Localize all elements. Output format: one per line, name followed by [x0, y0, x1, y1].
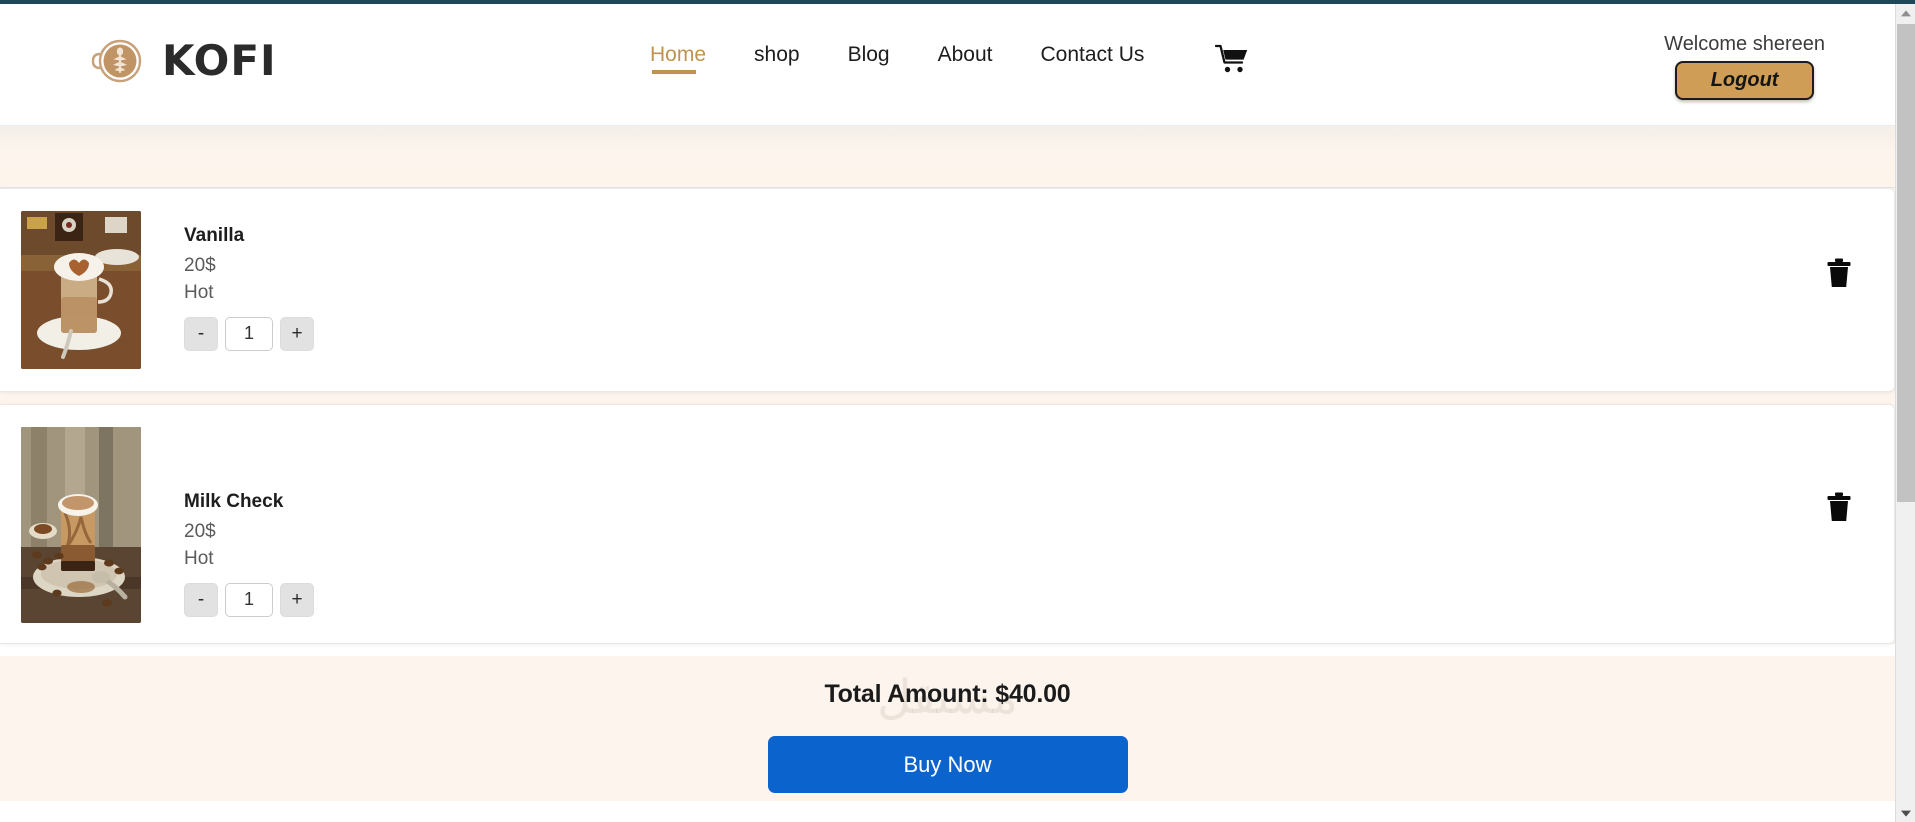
product-price: 20$ — [184, 520, 216, 542]
quantity-input[interactable] — [225, 582, 273, 617]
brand-name: KOFI — [162, 36, 277, 85]
nav-item-shop[interactable]: shop — [754, 44, 800, 74]
scroll-up-arrow-icon[interactable] — [1896, 4, 1915, 23]
product-details: Vanilla 20$ Hot - + — [184, 211, 314, 351]
decrease-quantity-button[interactable]: - — [184, 316, 218, 351]
page-viewport: KOFI Home shop Blog About Contact Us Wel… — [0, 4, 1895, 822]
welcome-message: Welcome shereen — [1664, 33, 1825, 55]
site-header: KOFI Home shop Blog About Contact Us Wel… — [0, 4, 1895, 126]
product-name: Vanilla — [184, 225, 245, 246]
product-image — [21, 427, 141, 623]
account-area: Welcome shereen Logout — [1664, 32, 1825, 100]
page-scrollbar[interactable] — [1895, 4, 1915, 822]
total-amount-label: Total Amount: $40.00 — [824, 680, 1071, 708]
product-temperature: Hot — [184, 548, 214, 570]
quantity-input[interactable] — [225, 316, 273, 351]
product-temperature: Hot — [184, 282, 214, 304]
increase-quantity-button[interactable]: + — [280, 316, 314, 351]
decrease-quantity-button[interactable]: - — [184, 582, 218, 617]
buy-now-button[interactable]: Buy Now — [767, 736, 1128, 793]
delete-item-button[interactable] — [1826, 257, 1852, 289]
cart-button[interactable] — [1214, 44, 1249, 77]
cart-item-row: Vanilla 20$ Hot - + — [0, 188, 1895, 392]
increase-quantity-button[interactable]: + — [280, 582, 314, 617]
cart-item-row: Milk Check 20$ Hot - + — [0, 404, 1895, 644]
cart-item-list: Vanilla 20$ Hot - + — [0, 188, 1895, 644]
coffee-cup-latte-art-icon — [90, 32, 148, 90]
brand-logo[interactable]: KOFI — [90, 32, 277, 90]
nav-item-blog[interactable]: Blog — [848, 44, 890, 74]
scroll-down-arrow-icon[interactable] — [1896, 803, 1915, 822]
scrollbar-thumb[interactable] — [1897, 24, 1915, 502]
nav-item-home[interactable]: Home — [650, 44, 706, 74]
trash-icon — [1826, 492, 1852, 526]
browser-window: KOFI Home shop Blog About Contact Us Wel… — [0, 0, 1915, 822]
product-name: Milk Check — [184, 491, 284, 512]
quantity-stepper: - + — [184, 316, 314, 351]
nav-item-contact-us[interactable]: Contact Us — [1041, 44, 1145, 74]
quantity-stepper: - + — [184, 582, 314, 617]
checkout-section: مستقل mostaql.com Total Amount: $40.00 B… — [0, 656, 1895, 801]
trash-icon — [1826, 258, 1852, 292]
product-details: Milk Check 20$ Hot - + — [184, 427, 314, 617]
header-accent-band — [0, 126, 1895, 188]
main-navigation: Home shop Blog About Contact Us — [650, 44, 1144, 74]
delete-item-button[interactable] — [1826, 491, 1852, 523]
logout-button[interactable]: Logout — [1674, 61, 1815, 100]
product-price: 20$ — [184, 254, 216, 276]
shopping-cart-icon — [1214, 44, 1249, 77]
product-image — [21, 211, 141, 369]
nav-item-about[interactable]: About — [938, 44, 993, 74]
